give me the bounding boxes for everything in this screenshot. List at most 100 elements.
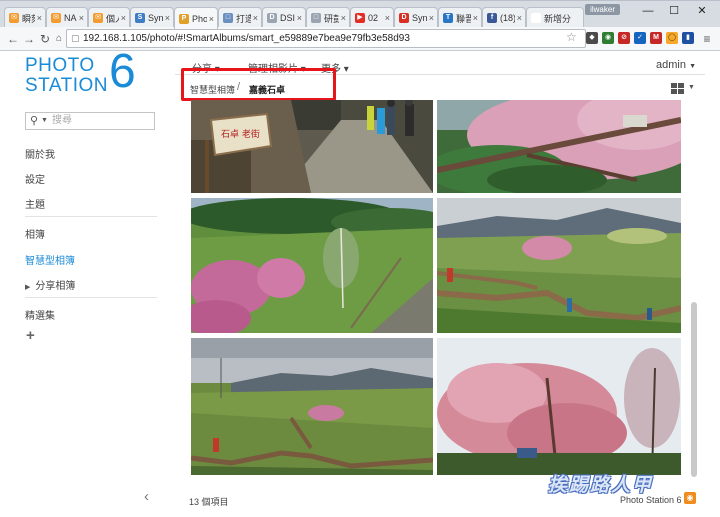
tab-favicon-icon: ✉ bbox=[9, 13, 19, 23]
close-tab-icon[interactable]: × bbox=[341, 13, 346, 23]
bookmark-star-icon[interactable]: ☆ bbox=[566, 30, 577, 44]
url-text: 192.168.1.105/photo/#!SmartAlbums/smart_… bbox=[83, 33, 410, 44]
url-input[interactable]: ▢ 192.168.1.105/photo/#!SmartAlbums/smar… bbox=[66, 29, 586, 48]
browser-tab[interactable]: ✉個人× bbox=[88, 7, 130, 28]
search-placeholder: 搜尋 bbox=[52, 115, 72, 126]
view-options-chevron-icon[interactable]: ▼ bbox=[688, 84, 695, 91]
minimize-button[interactable]: — bbox=[634, 3, 662, 19]
sidebar-item-collections[interactable]: 精選集 bbox=[25, 307, 55, 322]
tab-favicon-icon: ✉ bbox=[93, 13, 103, 23]
tab-title: DSI bbox=[280, 13, 295, 23]
tab-favicon-icon: ✉ bbox=[51, 13, 61, 23]
close-tab-icon[interactable]: × bbox=[385, 13, 390, 23]
tab-favicon-icon: S bbox=[135, 13, 145, 23]
photo-4[interactable] bbox=[437, 198, 681, 333]
browser-tab[interactable]: T聯晋× bbox=[438, 7, 482, 28]
search-input[interactable]: ⚲ ▼ 搜尋 bbox=[25, 112, 155, 130]
back-button[interactable]: ← bbox=[6, 31, 20, 47]
browser-tab[interactable]: □研彭× bbox=[306, 7, 350, 28]
sidebar-item-settings[interactable]: 設定 bbox=[25, 171, 45, 186]
close-window-button[interactable]: ✕ bbox=[688, 3, 716, 19]
photo-3[interactable] bbox=[191, 198, 433, 333]
close-tab-icon[interactable]: × bbox=[473, 13, 478, 23]
collapse-sidebar-icon[interactable]: ‹ bbox=[144, 488, 149, 505]
sidebar-item-smart-albums[interactable]: 智慧型相簿 bbox=[25, 252, 75, 267]
page-icon: ▢ bbox=[71, 33, 80, 43]
browser-tab[interactable]: 新增分 bbox=[526, 7, 584, 28]
photo-2[interactable] bbox=[437, 100, 681, 193]
rss-icon[interactable]: ◉ bbox=[684, 492, 696, 504]
tab-title: (18) bbox=[500, 13, 515, 23]
browser-tab[interactable]: ✉NAS× bbox=[46, 7, 88, 28]
grid-view-icon[interactable] bbox=[671, 83, 684, 94]
close-tab-icon[interactable]: × bbox=[79, 13, 84, 23]
photo-6[interactable] bbox=[437, 338, 681, 475]
photo-5[interactable] bbox=[191, 338, 433, 475]
extension-icon-2[interactable]: ◉ bbox=[602, 32, 614, 44]
close-tab-icon[interactable]: × bbox=[37, 13, 42, 23]
sidebar-item-shared-albums[interactable]: ▶ 分享相簿 bbox=[25, 277, 75, 292]
item-count: 13 個項目 bbox=[189, 497, 229, 507]
caret-right-icon: ▶ bbox=[25, 284, 31, 291]
photo-grid: 石卓 老街 bbox=[175, 100, 705, 483]
tab-title: 打造 bbox=[236, 13, 251, 24]
sidebar-item-theme[interactable]: 主題 bbox=[25, 196, 45, 211]
scrollbar-thumb[interactable] bbox=[691, 302, 697, 477]
browser-tab[interactable]: ✉瞬刻× bbox=[4, 7, 46, 28]
tab-favicon-icon: f bbox=[487, 13, 497, 23]
tab-favicon-icon: D bbox=[399, 13, 409, 23]
watermark: 挨踢路人甲 bbox=[548, 474, 654, 496]
search-icon[interactable]: ⚲ bbox=[30, 113, 38, 129]
tab-strip: ✉瞬刻×✉NAS×✉個人×SSyn×PPho×□打造×DDSI×□研彭×▶02×… bbox=[0, 0, 720, 29]
tab-title: 研彭 bbox=[324, 13, 339, 24]
svg-text:石卓 老街: 石卓 老街 bbox=[221, 128, 260, 140]
divider bbox=[25, 297, 157, 298]
profile-badge[interactable]: ilwaker bbox=[585, 4, 620, 15]
extension-icon-6[interactable]: ◯ bbox=[666, 32, 678, 44]
close-tab-icon[interactable]: × bbox=[253, 13, 258, 23]
tab-favicon-icon: P bbox=[179, 13, 189, 24]
gallery-scrollbar[interactable] bbox=[691, 100, 697, 483]
browser-tab[interactable]: ▶ 02 × bbox=[350, 7, 394, 28]
close-tab-icon[interactable]: × bbox=[429, 13, 434, 23]
close-tab-icon[interactable]: × bbox=[165, 13, 170, 23]
browser-tab[interactable]: D Syn × bbox=[394, 7, 438, 28]
forward-button[interactable]: → bbox=[22, 31, 36, 47]
highlight-box bbox=[181, 68, 336, 101]
extension-icon-1[interactable]: ◆ bbox=[586, 32, 598, 44]
tab-title: 個人 bbox=[106, 13, 119, 24]
close-tab-icon[interactable]: × bbox=[209, 14, 214, 24]
sidebar: PHOTO STATION 6 ⚲ ▼ 搜尋 關於我 設定 主題 相簿 智慧型相… bbox=[0, 45, 175, 517]
browser-tab[interactable]: D DSI × bbox=[262, 7, 306, 28]
tab-favicon-icon: T bbox=[443, 13, 453, 23]
maximize-button[interactable]: ☐ bbox=[660, 3, 688, 19]
tab-title: 02 bbox=[368, 13, 379, 23]
chevron-down-icon[interactable]: ▼ bbox=[41, 113, 48, 129]
tab-title: 聯晋 bbox=[456, 13, 471, 24]
sidebar-item-albums[interactable]: 相簿 bbox=[25, 226, 45, 241]
reload-button[interactable]: ↻ bbox=[38, 31, 52, 47]
browser-tab[interactable]: f (18) × bbox=[482, 7, 526, 28]
close-tab-icon[interactable]: × bbox=[517, 13, 522, 23]
home-icon[interactable]: ⌂ bbox=[52, 31, 66, 47]
divider bbox=[25, 216, 157, 217]
browser-tab[interactable]: P Pho × bbox=[174, 7, 218, 29]
extension-icon-3[interactable]: ⊘ bbox=[618, 32, 630, 44]
extension-icon-4[interactable]: ✓ bbox=[634, 32, 646, 44]
extension-icon-7[interactable]: ▮ bbox=[682, 32, 694, 44]
add-icon[interactable]: + bbox=[26, 327, 35, 344]
user-menu[interactable]: admin ▼ bbox=[656, 59, 696, 71]
sidebar-item-about[interactable]: 關於我 bbox=[25, 146, 55, 161]
browser-tab[interactable]: S Syn × bbox=[130, 7, 174, 28]
browser-tab[interactable]: □打造× bbox=[218, 7, 262, 28]
close-tab-icon[interactable]: × bbox=[297, 13, 302, 23]
close-tab-icon[interactable]: × bbox=[121, 13, 126, 23]
photo-1[interactable]: 石卓 老街 bbox=[191, 100, 433, 193]
address-bar: ← → ↻ ⌂ ▢ 192.168.1.105/photo/#!SmartAlb… bbox=[0, 27, 720, 51]
tab-favicon-icon bbox=[531, 13, 541, 23]
gmail-icon[interactable]: M bbox=[650, 32, 662, 44]
tab-title: NAS bbox=[64, 13, 77, 23]
tab-favicon-icon: D bbox=[267, 13, 277, 23]
menu-icon[interactable]: ≡ bbox=[700, 31, 714, 47]
photo-station-logo: PHOTO STATION 6 bbox=[25, 45, 136, 98]
